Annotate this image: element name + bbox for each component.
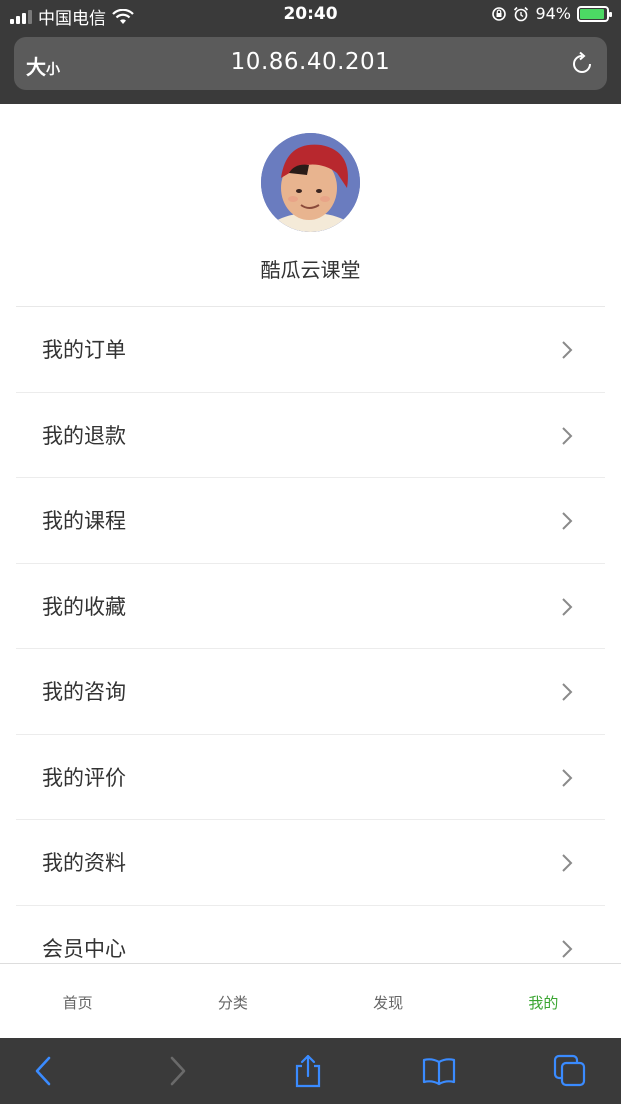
chevron-right-icon[interactable] [160, 1054, 194, 1088]
browser-address-area: 大小 10.86.40.201 [0, 32, 621, 104]
menu-item-reviews[interactable]: 我的评价 [16, 735, 605, 820]
alarm-icon [514, 6, 529, 21]
chevron-right-icon [562, 597, 573, 616]
chevron-left-icon[interactable] [27, 1054, 61, 1088]
tab-categories[interactable]: 分类 [155, 964, 310, 1038]
menu-item-label: 会员中心 [42, 936, 126, 961]
chevron-right-icon [562, 683, 573, 701]
tabs-icon[interactable] [553, 1054, 587, 1088]
tab-home[interactable]: 首页 [0, 964, 155, 1038]
url-text[interactable]: 10.86.40.201 [14, 49, 607, 75]
chevron-right-icon [562, 854, 573, 872]
chevron-right-icon [562, 512, 573, 530]
menu-item-orders[interactable]: 我的订单 [16, 307, 605, 393]
book-icon[interactable] [422, 1054, 456, 1088]
reload-icon[interactable] [569, 51, 595, 77]
menu-item-label: 我的资料 [42, 851, 126, 875]
menu-item-label: 我的退款 [42, 423, 126, 448]
menu-item-label: 我的课程 [42, 509, 126, 533]
profile-header: 酷瓜云课堂 [0, 104, 621, 307]
menu-item-profile[interactable]: 我的资料 [16, 820, 605, 906]
avatar[interactable] [261, 133, 360, 232]
menu-item-label: 我的评价 [42, 765, 126, 790]
share-icon[interactable] [291, 1054, 325, 1088]
browser-toolbar [0, 1038, 621, 1104]
rotation-lock-icon [492, 6, 507, 21]
menu-item-label: 我的咨询 [42, 680, 126, 704]
tab-mine[interactable]: 我的 [466, 964, 621, 1038]
menu-item-courses[interactable]: 我的课程 [16, 478, 605, 564]
menu-item-label: 我的订单 [42, 338, 126, 362]
menu-item-refunds[interactable]: 我的退款 [16, 393, 605, 478]
menu-item-consultations[interactable]: 我的咨询 [16, 649, 605, 735]
menu-item-label: 我的收藏 [42, 594, 126, 619]
menu-item-favorites[interactable]: 我的收藏 [16, 564, 605, 649]
avatar-image [261, 133, 360, 232]
battery-percent: 94% [535, 4, 571, 23]
tab-discover[interactable]: 发现 [311, 964, 466, 1038]
status-bar: 中国电信 20:40 94% [0, 0, 621, 32]
chevron-right-icon [562, 939, 573, 958]
chevron-right-icon [562, 768, 573, 787]
battery-icon [577, 5, 612, 22]
bottom-tab-bar: 首页 分类 发现 我的 [0, 963, 621, 1038]
username: 酷瓜云课堂 [260, 258, 361, 282]
chevron-right-icon [562, 426, 573, 445]
address-bar[interactable]: 大小 10.86.40.201 [14, 37, 607, 90]
menu-list: 我的订单 我的退款 我的课程 我的收藏 我的咨询 我的评价 我的资料 会员中心 [16, 307, 605, 991]
chevron-right-icon [562, 341, 573, 359]
